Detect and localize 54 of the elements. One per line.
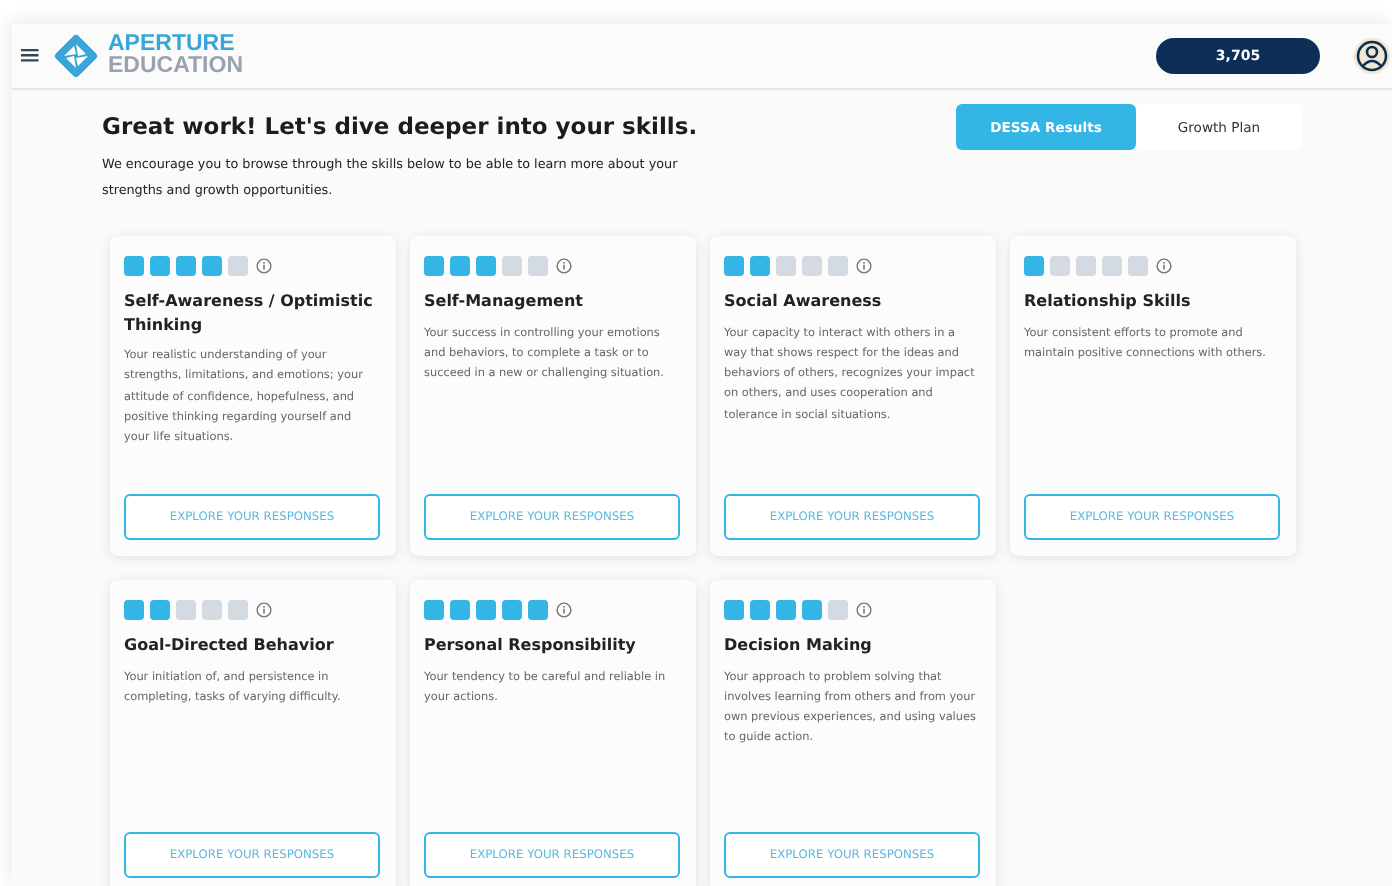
brand-name: APERTURE [108,33,237,56]
rating-square [502,600,522,620]
rating-square [124,600,144,620]
rating-square [776,256,796,276]
user-avatar-icon[interactable] [1352,36,1392,76]
rating-square [124,256,144,276]
rating-square [502,256,522,276]
rating-square [228,256,248,276]
rating-square [424,600,444,620]
rating-square [1050,256,1070,276]
rating-square [176,256,196,276]
skill-title: Social Awareness [724,290,884,313]
rating-square [776,600,796,620]
rating-square [802,256,822,276]
skill-title: Decision Making [724,634,874,657]
info-icon[interactable] [256,602,272,618]
rating-square [450,256,470,276]
info-icon[interactable] [556,602,572,618]
rating-square [150,600,170,620]
info-icon[interactable] [556,258,572,274]
info-icon[interactable] [856,602,872,618]
skill-title: Self-Awareness / Optimistic Thinking [124,290,375,336]
brand-subtitle: EDUCATION [108,56,244,79]
rating-square [828,256,848,276]
skill-title: Personal Responsibility [424,634,638,657]
rating-square [424,256,444,276]
page-heading: Great work! Let's dive deeper into your skills. [102,112,700,140]
rating-square [528,256,548,276]
rating-square [724,256,744,276]
rating-square [1128,256,1148,276]
rating-square [528,600,548,620]
skill-title: Goal-Directed Behavior [124,634,336,657]
skill-title: Self-Management [424,290,585,313]
rating-square [724,600,744,620]
rating-square [450,600,470,620]
rating-square [1102,256,1122,276]
rating-square [202,256,222,276]
info-icon[interactable] [256,258,272,274]
rating-square [202,600,222,620]
rating-square [1024,256,1044,276]
rating-square [476,256,496,276]
rating-square [176,600,196,620]
skill-title: Relationship Skills [1024,290,1193,313]
rating-square [828,600,848,620]
rating-square [750,600,770,620]
info-icon[interactable] [1156,258,1172,274]
rating-square [476,600,496,620]
menu-icon[interactable]: ≡ [18,40,40,72]
rating-square [228,600,248,620]
rating-square [802,600,822,620]
rating-square [150,256,170,276]
rating-square [1076,256,1096,276]
rating-square [750,256,770,276]
info-icon[interactable] [856,258,872,274]
